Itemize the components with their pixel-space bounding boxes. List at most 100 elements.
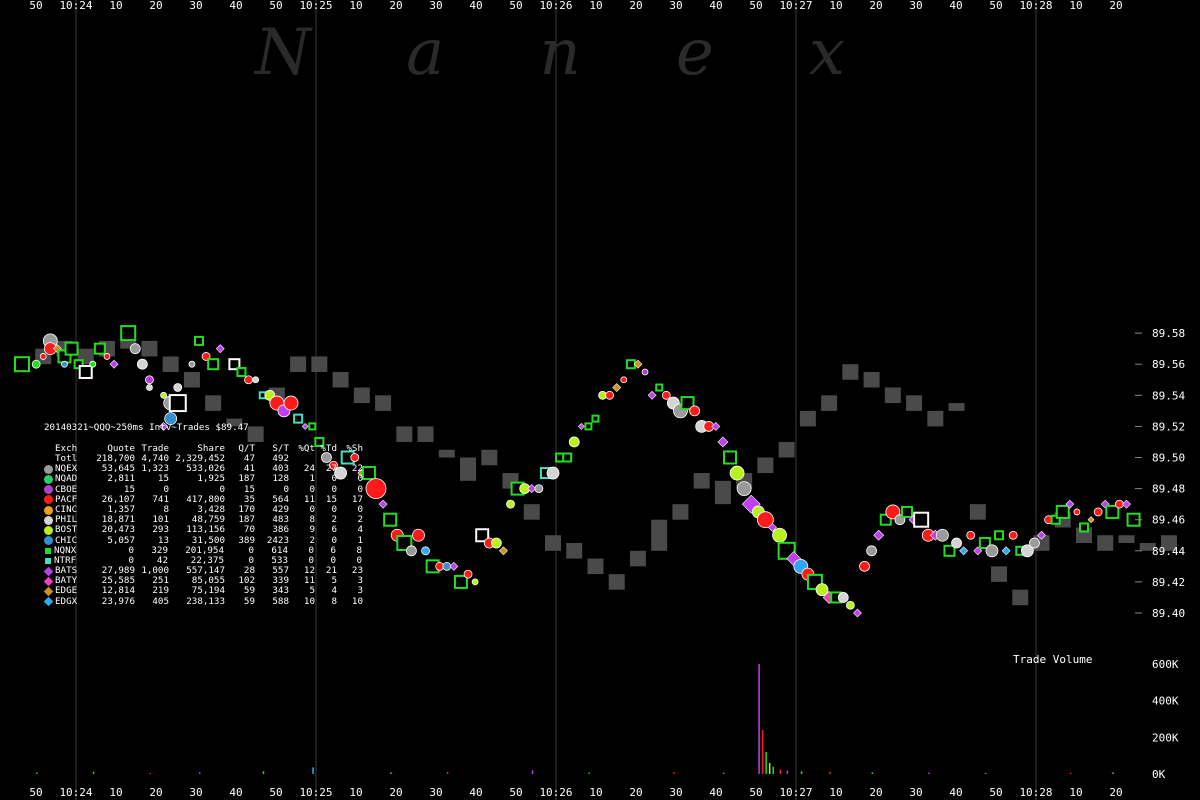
stats-cell: %Qt <box>298 442 315 454</box>
trade-circle <box>859 560 870 572</box>
time-tick-label-bottom: 20 <box>149 786 162 799</box>
quote-bar <box>672 504 689 520</box>
exchange-marker-diamond <box>43 576 54 587</box>
stats-cell: 238,133 <box>186 595 225 607</box>
price-tick-label: 89.42 <box>1152 576 1185 589</box>
time-tick-label-top: 10:24 <box>59 0 92 12</box>
volume-bar <box>765 752 767 774</box>
time-tick-label-top: 30 <box>669 0 682 12</box>
exchange-marker-circle <box>44 505 53 515</box>
trade-circle <box>252 376 260 384</box>
quote-bar <box>948 403 965 411</box>
time-tick-label-top: 40 <box>709 0 722 12</box>
trade-circle <box>936 528 949 542</box>
stats-cell: 70 <box>243 524 255 536</box>
trade-circle <box>1008 530 1018 540</box>
trade-diamond <box>717 436 729 448</box>
time-tick-label-bottom: 20 <box>629 786 642 799</box>
price-tick-label: 89.56 <box>1152 358 1185 371</box>
time-tick-label-top: 20 <box>389 0 402 12</box>
time-tick-label-bottom: 10:27 <box>779 786 812 799</box>
trade-square <box>1079 522 1089 533</box>
exchange-marker-circle <box>44 464 53 474</box>
trade-circle <box>966 530 976 540</box>
volume-bar <box>779 769 782 774</box>
quote-bar <box>1097 535 1114 551</box>
quote-bar <box>566 543 583 559</box>
time-tick-label-bottom: 10 <box>349 786 362 799</box>
trade-circle <box>985 544 999 558</box>
trade-square <box>64 341 79 356</box>
price-tick-label: 89.40 <box>1152 607 1185 620</box>
trade-circle <box>160 391 168 399</box>
trade-circle <box>641 368 649 376</box>
stats-cell: 8 <box>331 595 337 607</box>
volume-bar <box>36 772 38 774</box>
time-tick-label-top: 30 <box>429 0 442 12</box>
exchange-marker-circle <box>44 495 53 505</box>
time-tick-label-top: 50 <box>989 0 1002 12</box>
time-axis-top: 50 10:24 10 20 30 40 50 10:25 10 20 30 40 50 10:26 10 2… <box>29 0 1122 12</box>
trade-diamond <box>109 359 119 369</box>
stats-cell: 20,473 <box>101 524 135 536</box>
time-tick-label-bottom: 30 <box>669 786 682 799</box>
volume-bar <box>199 772 201 774</box>
time-tick-label-bottom: 50 <box>989 786 1002 799</box>
trade-circle <box>845 600 855 610</box>
stats-cell: 23,976 <box>101 595 135 607</box>
quote-bar <box>884 387 901 404</box>
trade-diamond <box>449 561 459 571</box>
stats-header-line: 20140321~QQQ~250ms Intv~Trades $89.47 <box>44 422 249 434</box>
trade-circle <box>772 527 787 543</box>
volume-bar <box>800 771 803 774</box>
stats-cell: 9 <box>309 524 315 536</box>
quote-bar <box>927 410 944 427</box>
time-tick-label-bottom: 30 <box>189 786 202 799</box>
exchange-marker-circle <box>44 536 53 546</box>
time-tick-label-top: 50 <box>509 0 522 12</box>
trade-diamond <box>577 422 585 430</box>
quote-bar <box>311 356 328 372</box>
trade-square <box>120 325 137 342</box>
trade-circle <box>1073 508 1081 516</box>
price-tick-label: 89.46 <box>1152 514 1185 527</box>
quote-bar <box>714 480 731 505</box>
stats-cell: 0 <box>128 544 134 556</box>
trade-square <box>361 466 376 481</box>
volume-bar <box>390 772 392 774</box>
time-tick-label-top: 10:28 <box>1019 0 1052 12</box>
quote-bar <box>608 574 625 590</box>
stats-cell: 10 <box>303 595 315 607</box>
trade-square <box>14 356 30 373</box>
trade-diamond <box>1087 516 1095 524</box>
time-tick-label-bottom: 20 <box>389 786 402 799</box>
trade-square <box>584 422 593 431</box>
time-tick-label-top: 10 <box>109 0 122 12</box>
trade-square <box>723 450 737 465</box>
trade-circle <box>1093 507 1103 517</box>
quote-bar <box>523 504 540 520</box>
volume-bar <box>761 730 764 774</box>
stats-cell: %Sh <box>346 442 363 454</box>
trade-diamond <box>1001 546 1011 556</box>
volume-bar <box>446 771 449 774</box>
trade-diamond <box>499 546 508 556</box>
time-tick-label-top: 50 <box>29 0 42 12</box>
time-tick-label-top: 40 <box>469 0 482 12</box>
time-tick-label-top: 30 <box>189 0 202 12</box>
volume-bar <box>829 771 831 774</box>
volume-bar <box>262 771 265 774</box>
trade-circle <box>365 478 387 500</box>
trade-circle <box>815 583 829 597</box>
trade-circle <box>605 390 615 400</box>
trade-circle <box>421 546 430 556</box>
trade-square <box>562 452 573 463</box>
quote-bar <box>906 395 923 411</box>
time-tick-label-bottom: 30 <box>909 786 922 799</box>
row-marker-blank <box>44 455 53 464</box>
quote-bar <box>863 371 880 388</box>
trade-circle <box>490 537 502 549</box>
trade-square <box>194 335 204 346</box>
trade-circle <box>405 545 417 557</box>
trade-diamond <box>959 546 969 556</box>
